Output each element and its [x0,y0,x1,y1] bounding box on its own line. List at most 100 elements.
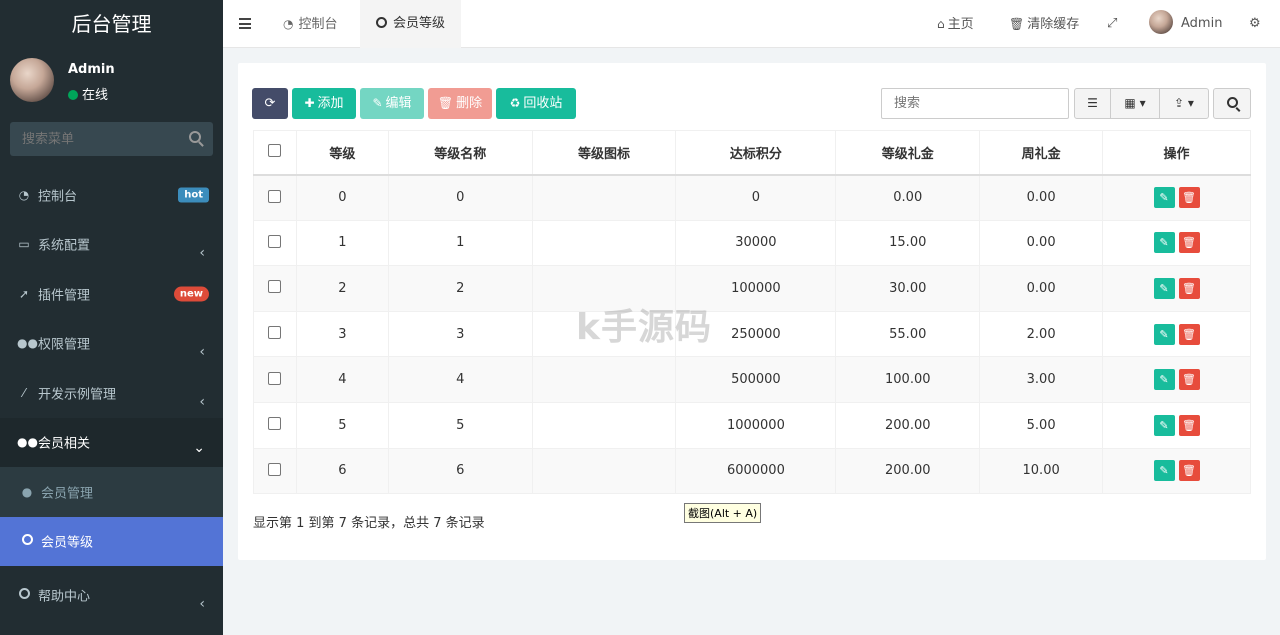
caret-down-icon: ▾ [1139,96,1146,110]
tab-label: 控制台 [298,17,338,32]
sidebar-item-label: 会员相关 [38,436,91,452]
magic-icon: ⁄ [22,385,25,400]
row-delete-button[interactable]: 🗑 [1178,323,1200,345]
row-checkbox[interactable] [268,371,282,385]
caret-down-icon: ▾ [1187,96,1194,110]
avatar [10,58,54,102]
table-cell: 0 [295,174,389,221]
user-icon: ● [21,484,33,499]
refresh-button[interactable]: ⟳ [252,88,288,119]
row-delete-button[interactable]: 🗑 [1178,277,1200,299]
table-cell: 2 [387,265,533,312]
row-edit-button[interactable]: ✎ [1153,414,1175,436]
table-row: 6 6 6000000 200.00 10.00 ✎ 🗑 [253,447,1251,495]
row-edit-button[interactable]: ✎ [1153,187,1175,209]
table-cell: 200.00 [835,447,981,495]
row-delete-button[interactable]: 🗑 [1178,414,1200,436]
tab-dashboard[interactable]: ◔ 控制台 [267,0,354,48]
clear-cache-label: 清除缓存 [1027,17,1080,32]
sidebar-item-member-management[interactable]: ● 会员管理 [0,467,223,517]
sidebar-item-system-config[interactable]: ▭ 系统配置 ‹ [0,220,223,270]
search-input[interactable] [881,88,1069,119]
sidebar-item-help[interactable]: 帮助中心 ‹ [0,570,223,620]
row-edit-button[interactable]: ✎ [1153,277,1175,299]
sidebar-item-members[interactable]: ●● 会员相关 ⌄ [0,417,223,467]
table-cell: 1 [295,219,389,267]
recycle-icon: ♻ [509,96,521,110]
add-button[interactable]: ✚ 添加 [292,88,356,119]
advanced-search-button[interactable] [1213,88,1251,119]
column-header[interactable]: 等级 [295,130,389,176]
clear-cache-button[interactable]: 🗑 清除缓存 [1009,0,1079,48]
table-cell: 5 [295,401,389,449]
pencil-icon: ✎ [1159,418,1169,432]
table-cell: 5 [387,401,533,449]
delete-button[interactable]: 🗑 删除 [428,88,492,119]
row-checkbox[interactable] [268,234,282,248]
row-checkbox[interactable] [268,417,282,431]
recycle-bin-button[interactable]: ♻ 回收站 [496,88,576,119]
edit-button[interactable]: ✎ 编辑 [360,88,424,119]
screenshot-tooltip: 截图(Alt + A) [684,503,762,523]
row-edit-button[interactable]: ✎ [1153,460,1175,482]
pencil-icon: ✎ [1159,464,1169,478]
row-checkbox[interactable] [268,326,282,340]
toggle-view-button[interactable]: ☰ [1075,89,1111,118]
table-cell: 30000 [675,219,837,267]
pencil-icon: ✎ [1159,281,1169,295]
table-cell: 0 [387,174,533,221]
search-icon[interactable] [189,131,201,143]
row-edit-button[interactable]: ✎ [1153,323,1175,345]
row-checkbox[interactable] [268,462,282,476]
sidebar-item-dashboard[interactable]: ◔ 控制台 hot [0,170,223,220]
sidebar-item-permissions[interactable]: ●● 权限管理 ‹ [0,319,223,369]
table-cell [531,219,677,267]
dashboard-icon: ◔ [283,17,294,31]
sidebar-item-plugins[interactable]: ➚ 插件管理 new [0,269,223,319]
table-cell: 200.00 [835,401,981,449]
sidebar-item-member-levels[interactable]: 会员等级 [0,516,223,566]
sidebar-item-label: 插件管理 [38,288,91,304]
column-header[interactable]: 等级图标 [531,130,677,176]
tab-member-levels[interactable]: 会员等级 [360,0,462,48]
home-link[interactable]: ⌂ 主页 [937,0,974,48]
pencil-icon: ✎ [1159,327,1169,341]
recycle-label: 回收站 [523,96,563,111]
row-checkbox[interactable] [268,280,282,294]
chevron-left-icon: ‹ [199,245,205,262]
search-icon [1227,97,1238,108]
user-menu[interactable]: Admin [1149,0,1222,48]
table-cell [531,356,677,403]
pencil-icon: ✎ [1159,236,1169,250]
row-delete-button[interactable]: 🗑 [1178,187,1200,209]
select-all-checkbox[interactable] [268,144,282,158]
gears-icon: ⚙ [1249,16,1261,31]
trash-icon: 🗑 [1182,464,1197,478]
column-header[interactable]: 达标积分 [675,130,837,176]
table-cell: 3 [295,310,389,358]
column-header[interactable]: 等级礼金 [835,130,981,176]
sidebar-item-dev-examples[interactable]: ⁄ 开发示例管理 ‹ [0,368,223,418]
columns-button[interactable]: ▦ ▾ [1111,89,1160,118]
column-header[interactable]: 等级名称 [387,130,533,176]
pagination-info: 显示第 1 到第 7 条记录，总共 7 条记录 [253,516,485,531]
row-select-cell [253,174,297,221]
settings-button[interactable]: ⚙ [1249,0,1261,48]
row-edit-button[interactable]: ✎ [1153,232,1175,254]
brand-logo[interactable]: 后台管理 [0,0,223,48]
column-header[interactable]: 周礼金 [979,130,1104,176]
desktop-icon: ▭ [18,237,30,252]
row-delete-button[interactable]: 🗑 [1178,232,1200,254]
row-edit-button[interactable]: ✎ [1153,369,1175,391]
row-delete-button[interactable]: 🗑 [1178,460,1200,482]
row-checkbox[interactable] [268,189,282,203]
trash-icon: 🗑 [1182,327,1197,341]
table-cell [531,401,677,449]
menu-toggle-icon[interactable] [239,18,251,29]
row-delete-button[interactable]: 🗑 [1178,369,1200,391]
sidebar-search-input[interactable] [10,122,180,156]
fullscreen-button[interactable]: ⤢ [1107,0,1117,48]
user-status-label: 在线 [82,88,109,103]
row-select-cell [253,447,297,495]
export-button[interactable]: ⇪ ▾ [1160,89,1208,118]
